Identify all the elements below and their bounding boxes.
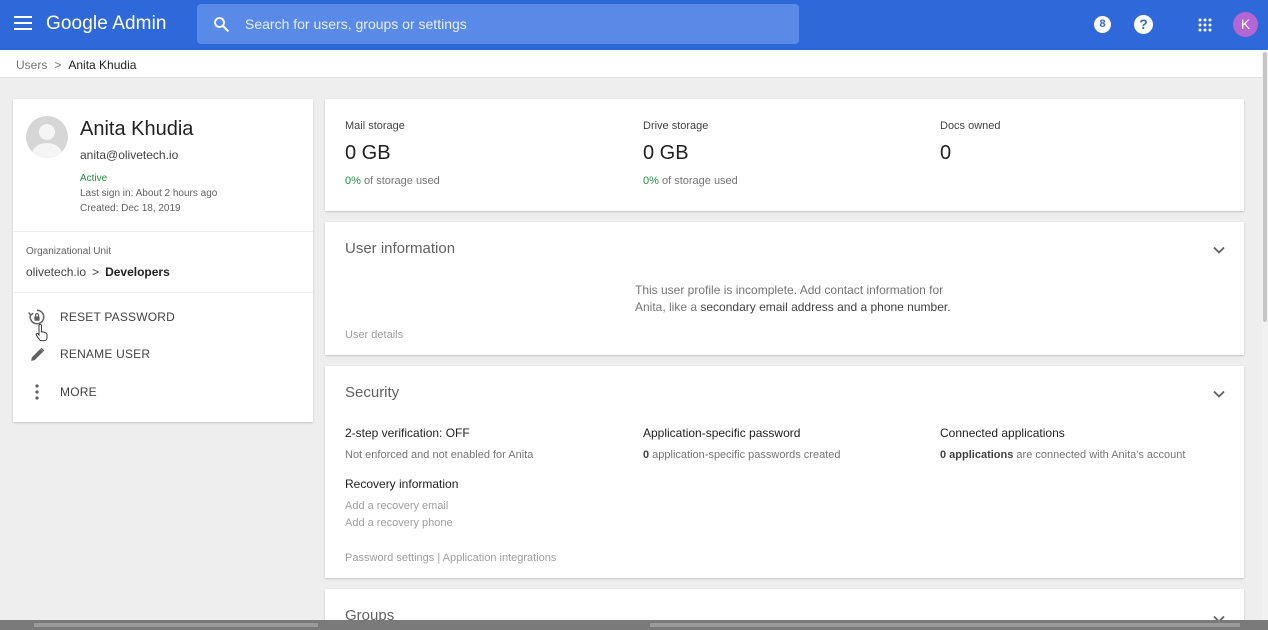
docs-owned-value: 0	[940, 142, 952, 164]
user-profile-card: Anita Khudia anita@olivetech.io Active L…	[13, 99, 313, 422]
user-avatar	[26, 116, 68, 158]
user-email: anita@olivetech.io	[80, 148, 179, 162]
drive-storage-used-text: of storage used	[658, 175, 738, 187]
scrollbar-thumb[interactable]	[1263, 52, 1267, 322]
incomplete-message-highlight: secondary email address and a phone numb…	[700, 300, 951, 314]
mail-storage: Mail storage 0 GB 0% of storage used	[345, 120, 440, 187]
vertical-scrollbar[interactable]	[1262, 52, 1268, 630]
connected-apps-count: 0 applications	[940, 449, 1014, 461]
recovery-information-heading[interactable]: Recovery information	[345, 477, 458, 491]
add-recovery-email-link[interactable]: Add a recovery email	[345, 500, 448, 512]
drive-storage: Drive storage 0 GB 0% of storage used	[643, 120, 738, 187]
menu-icon[interactable]	[14, 16, 32, 30]
connected-apps-status: 0 applications are connected with Anita'…	[940, 449, 1185, 461]
mail-storage-used: 0% of storage used	[345, 175, 440, 187]
security-footer-links: Password settings | Application integrat…	[345, 552, 556, 564]
connected-apps-heading[interactable]: Connected applications	[940, 426, 1065, 440]
bottom-bar	[0, 620, 1268, 630]
app-password-status: 0 application-specific passwords created	[643, 449, 841, 461]
application-integrations-link[interactable]: Application integrations	[443, 552, 557, 564]
notifications-badge-icon[interactable]: 8	[1094, 16, 1111, 33]
search-icon[interactable]	[212, 15, 230, 33]
password-settings-link[interactable]: Password settings	[345, 552, 434, 564]
mail-storage-used-text: of storage used	[360, 175, 440, 187]
more-label: MORE	[60, 385, 97, 399]
security-title[interactable]: Security	[345, 384, 399, 401]
two-step-verification-heading[interactable]: 2-step verification: OFF	[345, 426, 470, 440]
reset-password-label: RESET PASSWORD	[60, 310, 176, 324]
user-information-card[interactable]: User information This user profile is in…	[325, 222, 1244, 355]
more-vertical-icon	[26, 381, 48, 403]
help-icon[interactable]: ?	[1134, 15, 1153, 34]
rename-user-label: RENAME USER	[60, 347, 151, 361]
user-status: Active	[80, 173, 108, 184]
breadcrumb-separator: >	[54, 58, 62, 72]
app-title[interactable]: Google Admin	[46, 13, 167, 35]
rename-user-button[interactable]: RENAME USER	[26, 343, 150, 365]
user-information-title[interactable]: User information	[345, 240, 455, 257]
mail-storage-value: 0 GB	[345, 142, 391, 164]
incomplete-profile-message: This user profile is incomplete. Add con…	[635, 282, 965, 316]
org-unit-root-link[interactable]: olivetech.io	[26, 265, 86, 279]
last-sign-in: Last sign in: About 2 hours ago	[80, 188, 218, 199]
pencil-icon	[26, 343, 48, 365]
drive-storage-value: 0 GB	[643, 142, 689, 164]
search-box[interactable]	[197, 4, 799, 44]
drive-storage-percent: 0%	[643, 175, 659, 187]
drive-storage-used: 0% of storage used	[643, 175, 738, 187]
footer-separator: |	[437, 552, 441, 564]
breadcrumb-current: Anita Khudia	[68, 58, 137, 72]
mail-storage-percent: 0%	[345, 175, 361, 187]
hand-cursor-icon	[35, 324, 48, 342]
breadcrumb: Users > Anita Khudia	[16, 58, 136, 72]
add-recovery-phone-link[interactable]: Add a recovery phone	[345, 517, 453, 529]
app-password-heading[interactable]: Application-specific password	[643, 426, 800, 440]
divider	[13, 292, 313, 293]
created-date: Created: Dec 18, 2019	[80, 203, 181, 214]
app-password-text: application-specific passwords created	[649, 449, 841, 461]
drive-storage-label: Drive storage	[643, 120, 709, 132]
storage-summary-card: Mail storage 0 GB 0% of storage used Dri…	[325, 99, 1244, 211]
search-input[interactable]	[245, 4, 785, 44]
org-unit-separator: >	[92, 265, 100, 279]
top-app-bar: Google Admin 8 ? K	[0, 0, 1268, 50]
apps-grid-icon[interactable]	[1198, 18, 1212, 32]
chevron-down-icon[interactable]	[1212, 243, 1226, 257]
security-card: Security 2-step verification: OFF Not en…	[325, 366, 1244, 578]
org-unit-path: olivetech.io > Developers	[26, 265, 170, 279]
org-unit-name[interactable]: Developers	[105, 265, 170, 279]
mail-storage-label: Mail storage	[345, 120, 405, 132]
chevron-down-icon[interactable]	[1212, 387, 1226, 401]
more-button[interactable]: MORE	[26, 381, 97, 403]
user-details-link[interactable]: User details	[345, 329, 403, 341]
two-step-verification-status: Not enforced and not enabled for Anita	[345, 449, 534, 461]
connected-apps-text: are connected with Anita's account	[1013, 449, 1186, 461]
docs-owned-label: Docs owned	[940, 120, 1001, 132]
divider	[13, 231, 313, 232]
breadcrumb-users-link[interactable]: Users	[16, 58, 47, 72]
account-avatar[interactable]: K	[1233, 12, 1258, 37]
user-name: Anita Khudia	[80, 118, 194, 140]
docs-owned: Docs owned 0	[940, 120, 1001, 165]
org-unit-label: Organizational Unit	[26, 246, 112, 257]
breadcrumb-bar: Users > Anita Khudia	[0, 50, 1268, 78]
